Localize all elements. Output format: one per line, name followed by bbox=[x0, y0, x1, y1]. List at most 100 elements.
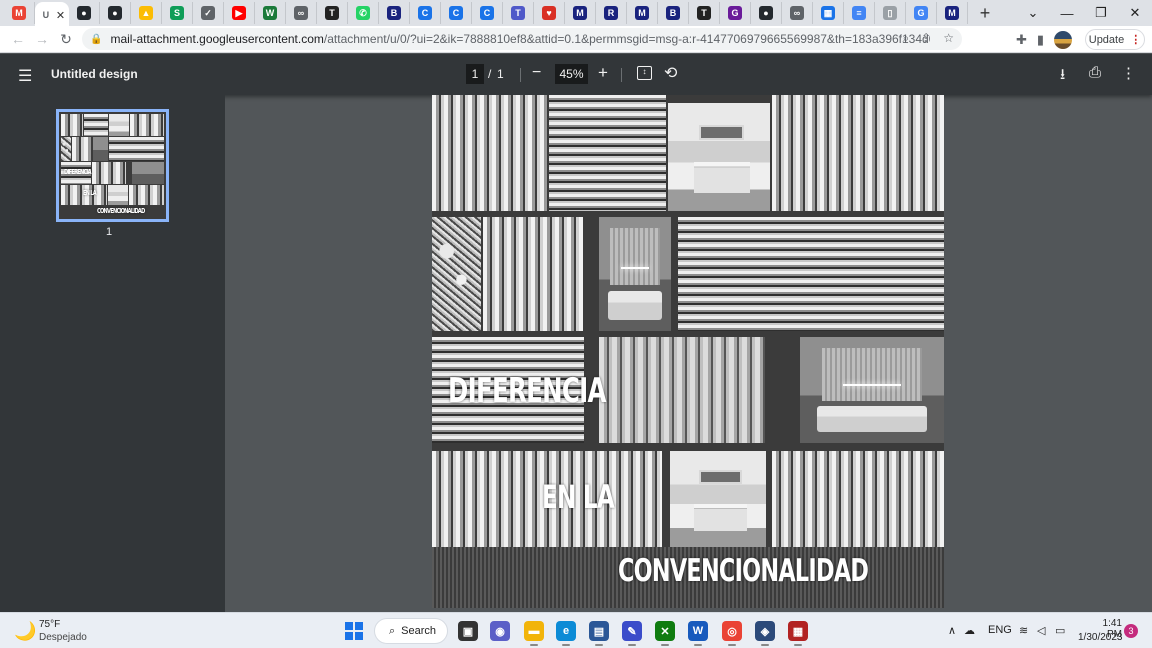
browser-tab[interactable]: ● bbox=[69, 2, 100, 24]
url-text[interactable]: mail-attachment.googleusercontent.com/at… bbox=[110, 32, 930, 46]
new-tab-button[interactable]: + bbox=[972, 0, 998, 26]
maximize-button[interactable]: ❐ bbox=[1084, 5, 1118, 21]
volume-icon[interactable]: ◁ bbox=[1037, 624, 1045, 637]
c-icon: C bbox=[449, 6, 463, 20]
file-explorer-icon[interactable]: ▬ bbox=[524, 621, 544, 646]
clock-date[interactable]: 1/30/2023 bbox=[1078, 632, 1123, 643]
word-icon[interactable]: W bbox=[688, 621, 708, 646]
browser-tab[interactable]: C bbox=[472, 2, 503, 24]
language-indicator[interactable]: ENG bbox=[988, 624, 1012, 636]
address-bar[interactable]: 🔒 mail-attachment.googleusercontent.com/… bbox=[82, 28, 962, 50]
back-button[interactable]: ← bbox=[6, 31, 30, 47]
running-indicator bbox=[694, 644, 702, 646]
wifi-icon[interactable]: ≋ bbox=[1019, 624, 1028, 637]
bookmark-star-icon[interactable]: ☆ bbox=[943, 31, 954, 46]
store-icon[interactable]: ▤ bbox=[589, 621, 609, 646]
rotate-icon[interactable]: ⟲ bbox=[664, 63, 677, 83]
browser-tab[interactable]: R bbox=[596, 2, 627, 24]
fit-page-icon[interactable]: ↕ bbox=[637, 66, 652, 80]
task-view-icon[interactable]: ▣ bbox=[458, 621, 478, 641]
browser-tab[interactable]: ▶ bbox=[224, 2, 255, 24]
network-status-icon[interactable]: ☁ bbox=[964, 624, 975, 637]
notification-badge[interactable]: 3 bbox=[1124, 624, 1138, 638]
browser-tab[interactable]: M bbox=[627, 2, 658, 24]
start-button[interactable] bbox=[345, 622, 363, 640]
minimize-button[interactable]: — bbox=[1050, 6, 1084, 21]
active-browser-tab[interactable]: U ✕ bbox=[35, 2, 69, 28]
close-tab-icon[interactable]: ✕ bbox=[56, 9, 65, 22]
share-icon[interactable]: ⇪ bbox=[921, 31, 931, 46]
tab-list: M U ✕ ● ● ▲ S ✓ ▶ W ∞ T ✆ B C C C T ♥ M R M B T G ● ∞ ▦ ≡ ▯ G M bbox=[0, 0, 968, 28]
print-icon[interactable]: ⎙ bbox=[1089, 64, 1101, 81]
running-indicator bbox=[794, 644, 802, 646]
chat-icon[interactable]: ◉ bbox=[490, 621, 510, 641]
pen-icon[interactable]: ✎ bbox=[622, 621, 642, 646]
tray-overflow-icon[interactable]: ∧ bbox=[948, 624, 956, 637]
m-icon: M bbox=[945, 6, 959, 20]
kitchen-photo bbox=[668, 103, 770, 211]
browser-tab[interactable]: ● bbox=[100, 2, 131, 24]
browser-tab[interactable]: T bbox=[689, 2, 720, 24]
browser-tab[interactable]: B bbox=[379, 2, 410, 24]
zoom-out-button[interactable]: − bbox=[532, 64, 541, 82]
browser-tab[interactable]: G bbox=[906, 2, 937, 24]
xbox-icon[interactable]: ✕ bbox=[655, 621, 675, 646]
taskbar-search[interactable]: ⌕ Search bbox=[374, 618, 448, 644]
browser-tab[interactable]: T bbox=[503, 2, 534, 24]
more-options-icon[interactable]: ⋮ bbox=[1121, 64, 1136, 82]
weather-temperature[interactable]: 75°F bbox=[39, 619, 60, 630]
browser-tab[interactable]: ≡ bbox=[844, 2, 875, 24]
browser-tab[interactable]: ♥ bbox=[534, 2, 565, 24]
zoom-input[interactable]: 45% bbox=[555, 64, 588, 84]
browser-tab[interactable]: S bbox=[162, 2, 193, 24]
running-indicator bbox=[661, 644, 669, 646]
vpn-icon[interactable]: ◈ bbox=[755, 621, 775, 646]
wall-panel bbox=[821, 347, 923, 401]
photos-icon[interactable]: ▦ bbox=[788, 621, 808, 646]
weather-condition[interactable]: Despejado bbox=[39, 632, 87, 643]
side-panel-icon[interactable]: ▮ bbox=[1037, 32, 1044, 48]
forward-button[interactable]: → bbox=[30, 31, 54, 47]
download-icon[interactable]: ⭳ bbox=[1060, 64, 1065, 89]
browser-tab[interactable]: B bbox=[658, 2, 689, 24]
browser-tab[interactable]: M bbox=[4, 2, 35, 24]
browser-tab[interactable]: T bbox=[317, 2, 348, 24]
search-label: Search bbox=[401, 625, 437, 637]
page-number-input[interactable]: 1 bbox=[466, 64, 484, 84]
profile-avatar[interactable] bbox=[1054, 31, 1073, 49]
moon-weather-icon[interactable]: 🌙 bbox=[14, 621, 36, 642]
close-window-button[interactable]: ✕ bbox=[1118, 5, 1152, 21]
edge-icon[interactable]: e bbox=[556, 621, 576, 646]
zoom-lens-icon[interactable]: ⌕ bbox=[902, 31, 909, 46]
lock-icon[interactable]: 🔒 bbox=[90, 34, 102, 45]
update-button[interactable]: Update ⋮ bbox=[1085, 29, 1145, 50]
reload-button[interactable]: ↻ bbox=[54, 31, 78, 48]
extensions-puzzle-icon[interactable]: ✚ bbox=[1016, 32, 1027, 48]
browser-tab[interactable]: M bbox=[565, 2, 596, 24]
sidebar-menu-icon[interactable]: ☰ bbox=[18, 66, 32, 86]
browser-tab[interactable]: ∞ bbox=[782, 2, 813, 24]
github-icon: ● bbox=[77, 6, 91, 20]
chrome-icon[interactable]: ◎ bbox=[722, 621, 742, 646]
browser-tab[interactable]: ● bbox=[751, 2, 782, 24]
url-host: mail-attachment.googleusercontent.com bbox=[110, 32, 324, 46]
zoom-in-button[interactable]: + bbox=[598, 63, 608, 83]
browser-tab[interactable]: ▲ bbox=[131, 2, 162, 24]
browser-tab[interactable]: ▯ bbox=[875, 2, 906, 24]
browser-tab[interactable]: G bbox=[720, 2, 751, 24]
page-thumbnail[interactable]: DIFERENCIA EN LA CONVENCIONALIDAD bbox=[56, 109, 169, 222]
browser-tab[interactable]: W bbox=[255, 2, 286, 24]
browser-tab[interactable]: ▦ bbox=[813, 2, 844, 24]
browser-tab[interactable]: ✓ bbox=[193, 2, 224, 24]
task-view-icon-glyph: ▣ bbox=[462, 625, 474, 638]
browser-tab[interactable]: C bbox=[410, 2, 441, 24]
tab-search-button[interactable]: ⌄ bbox=[1016, 5, 1050, 21]
slat-photo bbox=[772, 451, 944, 547]
browser-tab[interactable]: M bbox=[937, 2, 968, 24]
browser-tab[interactable]: ∞ bbox=[286, 2, 317, 24]
browser-tab[interactable]: C bbox=[441, 2, 472, 24]
divider bbox=[520, 68, 521, 82]
calendar-icon: ▦ bbox=[821, 6, 835, 20]
browser-tab[interactable]: ✆ bbox=[348, 2, 379, 24]
battery-icon[interactable]: ▭ bbox=[1055, 624, 1065, 637]
